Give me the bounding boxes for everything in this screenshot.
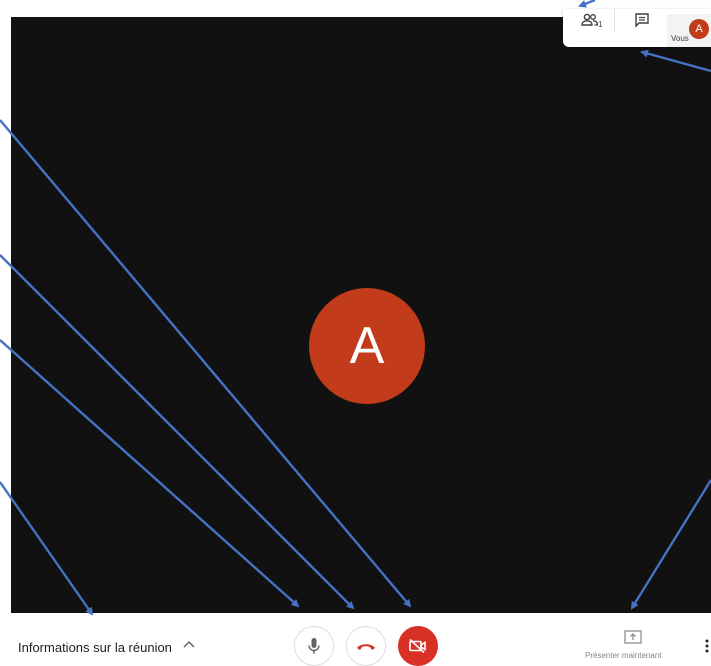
mic-icon [308, 638, 320, 654]
present-screen-icon[interactable] [624, 630, 642, 644]
hang-up-button[interactable] [346, 626, 386, 666]
microphone-button[interactable] [294, 626, 334, 666]
chevron-up-icon[interactable] [182, 637, 196, 651]
people-icon [581, 13, 599, 26]
meeting-info-button[interactable]: Informations sur la réunion [18, 640, 172, 655]
present-now-button[interactable]: Présenter maintenant [585, 651, 662, 660]
people-count-badge: 1 [598, 20, 603, 29]
camera-toggle-button[interactable] [398, 626, 438, 666]
more-vert-icon[interactable] [704, 638, 710, 654]
camera-off-icon [409, 638, 426, 654]
chat-icon [635, 13, 649, 28]
self-label: Vous [671, 34, 689, 43]
participant-avatar: A [309, 288, 425, 404]
toolbar-divider [614, 8, 615, 32]
chat-button[interactable] [626, 6, 658, 34]
hang-up-icon [357, 644, 375, 650]
self-avatar: A [689, 19, 709, 39]
